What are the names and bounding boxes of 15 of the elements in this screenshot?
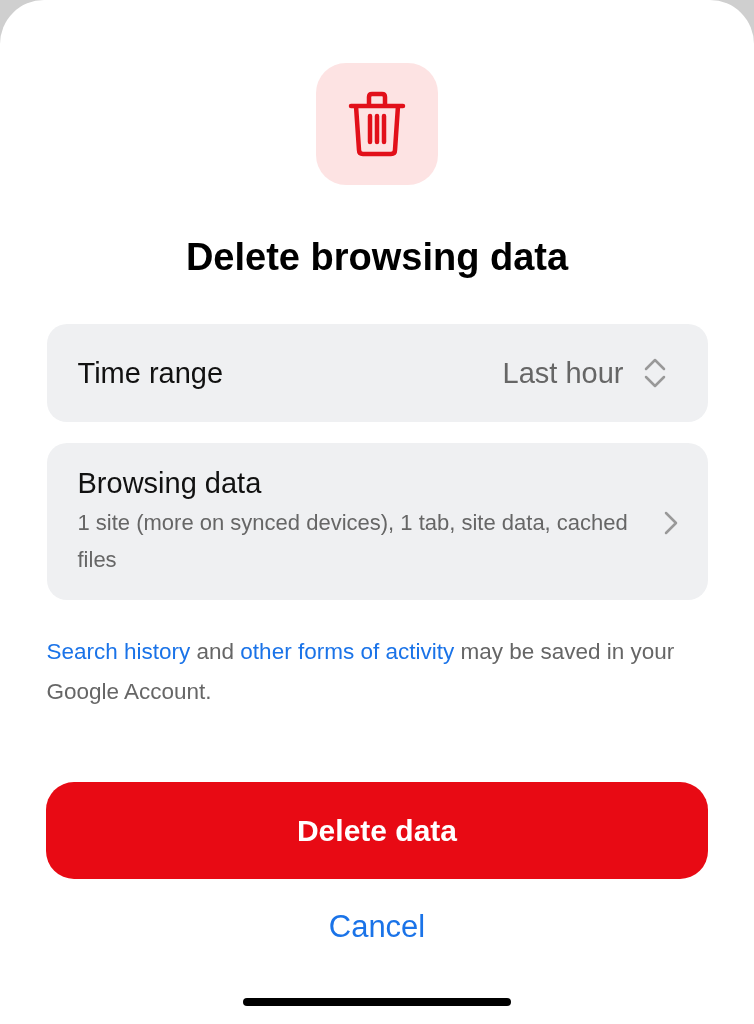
account-note: Search history and other forms of activity may be saved in your Google Account. bbox=[46, 638, 676, 706]
chevron-right-icon bbox=[663, 510, 678, 535]
row-detail: 1 site (more on synced devices), 1 tab, site data, cached files bbox=[77, 509, 629, 574]
trash-icon bbox=[348, 91, 406, 157]
dialog-title: Delete browsing data bbox=[185, 235, 569, 279]
row-label: Time range bbox=[77, 356, 225, 390]
cancel-button[interactable]: Cancel bbox=[328, 909, 426, 945]
note-link[interactable]: Search history bbox=[46, 639, 191, 664]
browsing-data-row[interactable]: Browsing data 1 site (more on synced devices), 1 tab, site data, cached files bbox=[46, 443, 708, 600]
delete-data-button[interactable]: Delete data bbox=[46, 782, 708, 879]
time-range-picker[interactable]: Time range Last hour bbox=[46, 324, 708, 422]
picker-value: Last hour bbox=[502, 356, 624, 390]
up-down-chevron-icon bbox=[643, 357, 666, 389]
note-link[interactable]: other forms of activity bbox=[240, 639, 455, 664]
row-label: Browsing data bbox=[77, 467, 263, 500]
